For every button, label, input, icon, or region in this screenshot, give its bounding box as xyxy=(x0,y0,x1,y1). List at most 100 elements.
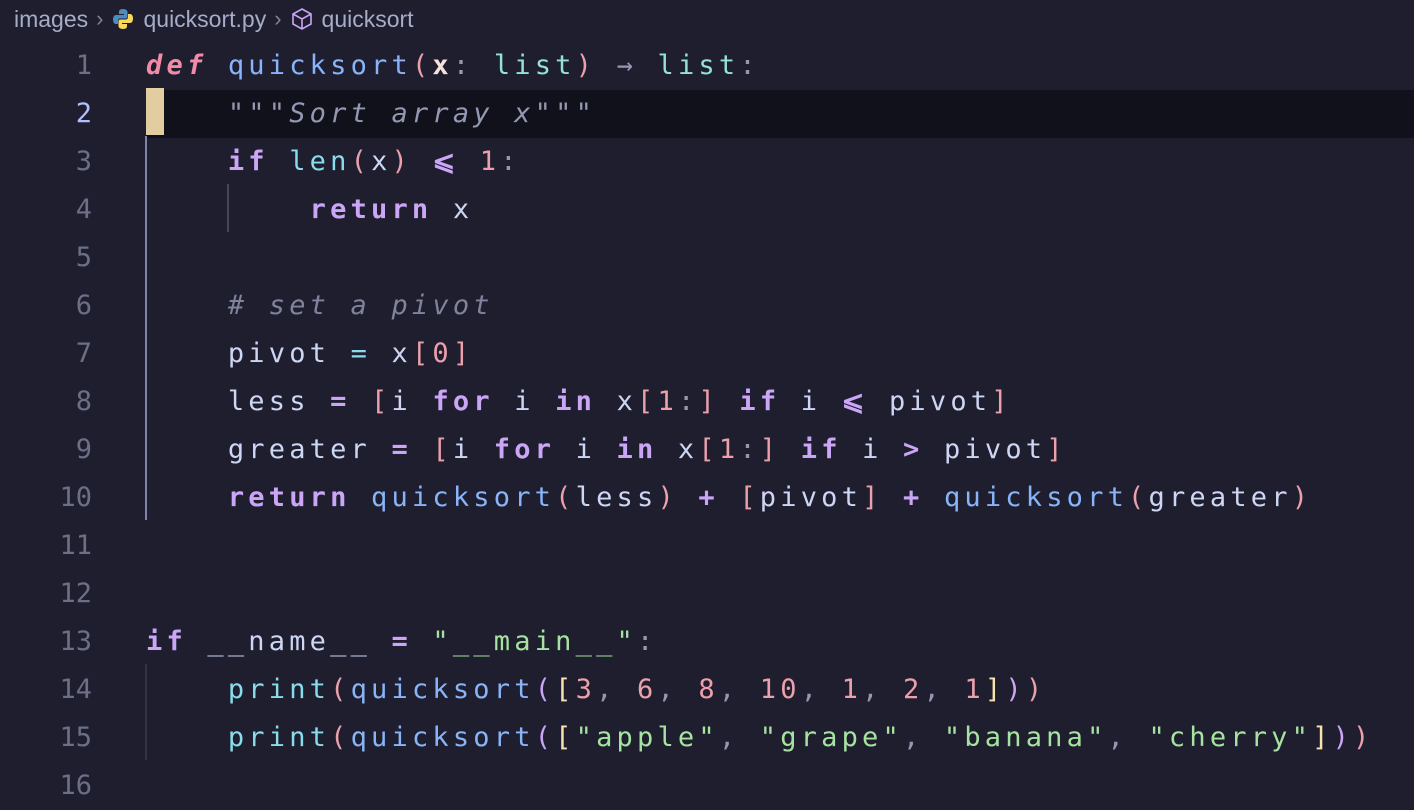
code-token: x xyxy=(657,434,699,465)
code-token: ( xyxy=(330,722,351,753)
code-token: , xyxy=(718,674,760,705)
code-token: ( xyxy=(555,482,576,513)
code-token: pivot xyxy=(923,434,1047,465)
breadcrumb-item-images[interactable]: images xyxy=(14,6,88,33)
code-token: ⩽ xyxy=(412,146,480,177)
breadcrumb-item-file[interactable]: quicksort.py xyxy=(143,6,266,33)
chevron-right-icon: › xyxy=(96,6,104,31)
code-line[interactable]: greater = [i for i in x[1:] if i > pivot… xyxy=(146,426,1067,474)
code-token: , xyxy=(718,722,760,753)
code-token: 10 xyxy=(759,674,801,705)
code-token: + xyxy=(903,482,924,513)
code-line[interactable]: print(quicksort(["apple", "grape", "bana… xyxy=(146,714,1374,762)
code-token: x xyxy=(371,338,412,369)
code-token: i xyxy=(493,386,556,417)
code-line[interactable]: pivot = x[0] xyxy=(146,330,473,378)
line-number[interactable]: 11 xyxy=(0,522,92,570)
code-line[interactable]: return x xyxy=(146,186,473,234)
code-token: quicksort xyxy=(227,50,412,81)
code-token: ] xyxy=(1046,434,1067,465)
line-number[interactable]: 6 xyxy=(0,282,92,330)
code-token: print xyxy=(227,674,331,705)
line-number[interactable]: 5 xyxy=(0,234,92,282)
code-token: __name__ xyxy=(186,626,392,657)
code-line[interactable]: if len(x) ⩽ 1: xyxy=(146,138,521,186)
code-token: def xyxy=(146,50,208,81)
code-line[interactable]: # set a pivot xyxy=(146,282,494,330)
code-token: if xyxy=(227,146,269,177)
code-token: greater xyxy=(1148,482,1292,513)
code-token: ] xyxy=(698,386,719,417)
line-number[interactable]: 4 xyxy=(0,186,92,234)
line-number[interactable]: 9 xyxy=(0,426,92,474)
code-line[interactable]: print(quicksort([3, 6, 8, 10, 1, 2, 1])) xyxy=(146,666,1046,714)
code-line[interactable]: return quicksort(less) + [pivot] + quick… xyxy=(146,474,1312,522)
line-number[interactable]: 7 xyxy=(0,330,92,378)
code-token: "__main__" xyxy=(432,626,637,657)
code-token: , xyxy=(862,674,904,705)
code-token: → xyxy=(596,50,658,81)
code-token: , xyxy=(657,674,699,705)
code-token: ( xyxy=(534,674,556,705)
code-token: : xyxy=(739,434,760,465)
code-token: 1 xyxy=(964,674,985,705)
code-token: = xyxy=(391,434,412,465)
code-token: x xyxy=(596,386,638,417)
line-number[interactable]: 15 xyxy=(0,714,92,762)
line-number[interactable]: 2 xyxy=(0,90,92,138)
chevron-right-icon: › xyxy=(274,6,282,31)
code-token: 8 xyxy=(698,674,719,705)
line-number[interactable]: 10 xyxy=(0,474,92,522)
code-token: ( xyxy=(411,50,433,81)
code-token: for xyxy=(432,386,494,417)
code-token: "apple" xyxy=(575,722,719,753)
code-token: x xyxy=(432,194,474,225)
code-token: """Sort array x""" xyxy=(227,98,597,129)
line-number[interactable]: 12 xyxy=(0,570,92,618)
code-token: ) xyxy=(1025,674,1047,705)
symbol-module-icon xyxy=(290,7,314,31)
code-token: ] xyxy=(452,338,474,369)
code-line[interactable]: """Sort array x""" xyxy=(146,90,596,138)
indent-guide-active xyxy=(145,136,147,520)
line-number[interactable]: 1 xyxy=(0,42,92,90)
code-token: ( xyxy=(330,674,351,705)
code-token: ) xyxy=(1291,482,1313,513)
code-token: pivot xyxy=(146,338,351,369)
code-token: 1 xyxy=(718,434,740,465)
code-token: in xyxy=(555,386,597,417)
code-token: list xyxy=(657,50,740,81)
code-token: ] xyxy=(862,482,883,513)
code-line[interactable]: def quicksort(x: list) → list: xyxy=(146,42,760,90)
code-token: if xyxy=(800,434,842,465)
breadcrumb-item-symbol[interactable]: quicksort xyxy=(322,6,414,33)
code-token: 6 xyxy=(637,674,658,705)
indent-guide xyxy=(145,664,147,760)
code-token: ] xyxy=(984,674,1006,705)
line-number[interactable]: 3 xyxy=(0,138,92,186)
code-token: [ xyxy=(739,482,760,513)
code-token: = xyxy=(350,338,372,369)
line-number[interactable]: 14 xyxy=(0,666,92,714)
code-line[interactable]: less = [i for i in x[1:] if i ⩽ pivot] xyxy=(146,378,1012,426)
code-token: [ xyxy=(411,338,433,369)
code-token: ⩽ xyxy=(841,386,869,417)
code-token: 0 xyxy=(432,338,453,369)
code-token: 1 xyxy=(841,674,863,705)
code-token: ) xyxy=(391,146,412,177)
line-number[interactable]: 16 xyxy=(0,762,92,810)
code-line[interactable]: if __name__ = "__main__": xyxy=(146,618,657,666)
code-token: quicksort xyxy=(371,482,556,513)
line-number[interactable]: 13 xyxy=(0,618,92,666)
code-token: [ xyxy=(432,434,453,465)
line-number[interactable]: 8 xyxy=(0,378,92,426)
code-token: return xyxy=(227,482,351,513)
